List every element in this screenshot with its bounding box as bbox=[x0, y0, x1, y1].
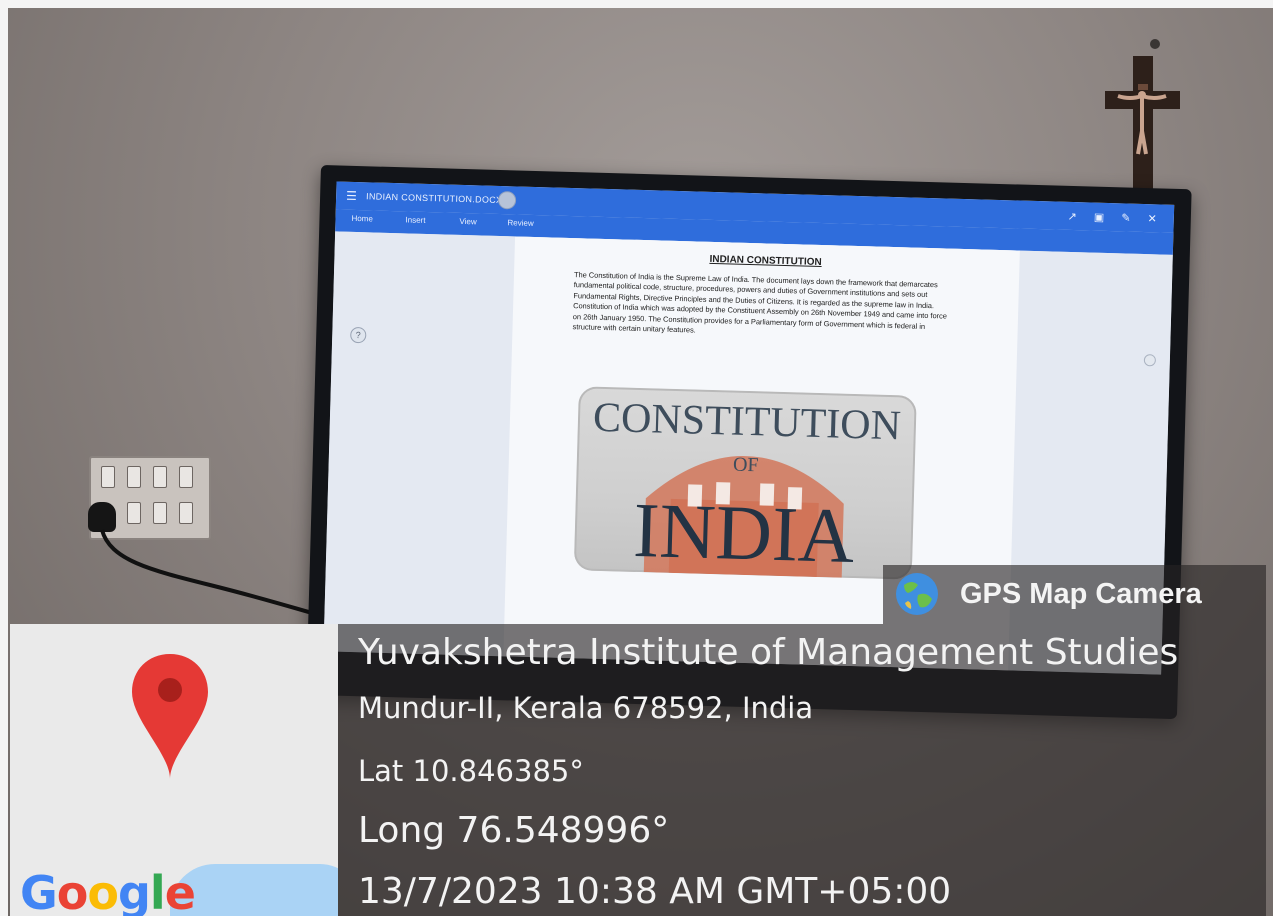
help-button[interactable]: ? bbox=[350, 326, 367, 344]
document-heading: INDIAN CONSTITUTION bbox=[709, 253, 822, 269]
photo-border-left bbox=[0, 0, 8, 916]
address-line: Mundur-II, Kerala 678592, India bbox=[358, 691, 814, 725]
next-page-button[interactable] bbox=[1143, 354, 1157, 367]
image-text-of: OF bbox=[733, 454, 759, 477]
image-text-constitution: CONSTITUTION bbox=[592, 395, 901, 450]
gps-camera-badge: GPS Map Camera bbox=[883, 565, 1266, 624]
pointer-cursor bbox=[497, 190, 517, 210]
longitude-line: Long 76.548996° bbox=[358, 810, 670, 851]
menu-item-home[interactable]: Home bbox=[351, 214, 373, 224]
window-controls[interactable]: ↗ ▣ ✎ ✕ bbox=[1067, 210, 1164, 226]
menu-item-view[interactable]: View bbox=[459, 217, 476, 226]
document-title: INDIAN CONSTITUTION.DOCX bbox=[366, 191, 503, 206]
menu-item-insert[interactable]: Insert bbox=[405, 215, 425, 225]
location-info-panel: Yuvakshetra Institute of Management Stud… bbox=[338, 624, 1266, 916]
globe-icon bbox=[896, 573, 938, 615]
constitution-of-india-image: CONSTITUTION OF INDIA bbox=[573, 386, 917, 580]
gps-camera-label: GPS Map Camera bbox=[960, 578, 1202, 610]
timestamp-line: 13/7/2023 10:38 AM GMT+05:00 bbox=[358, 871, 952, 912]
wall-switch bbox=[179, 502, 193, 524]
wall-switch bbox=[153, 502, 167, 524]
photo-border-top bbox=[0, 0, 1273, 8]
wall-switch bbox=[153, 466, 167, 488]
crucifix-icon bbox=[1105, 39, 1180, 196]
google-logo: Google bbox=[20, 866, 196, 916]
photo-scene: ☰ INDIAN CONSTITUTION.DOCX ↗ ▣ ✎ ✕ Home … bbox=[0, 0, 1273, 916]
wall-switch bbox=[101, 466, 115, 488]
hamburger-icon[interactable]: ☰ bbox=[346, 189, 357, 203]
power-plug bbox=[88, 502, 116, 532]
image-text-india: INDIA bbox=[632, 486, 855, 579]
map-pin-icon bbox=[132, 654, 208, 779]
wall-switch bbox=[179, 466, 193, 488]
parliament-illustration: CONSTITUTION OF INDIA bbox=[592, 395, 901, 579]
map-water-area bbox=[170, 864, 338, 916]
wall-switch bbox=[127, 466, 141, 488]
latitude-line: Lat 10.846385° bbox=[358, 754, 584, 788]
map-thumbnail: Google bbox=[10, 624, 338, 916]
wall-switch bbox=[127, 502, 141, 524]
menu-item-review[interactable]: Review bbox=[507, 218, 533, 228]
document-paragraph: The Constitution of India is the Supreme… bbox=[572, 270, 948, 335]
place-name: Yuvakshetra Institute of Management Stud… bbox=[358, 632, 1179, 673]
